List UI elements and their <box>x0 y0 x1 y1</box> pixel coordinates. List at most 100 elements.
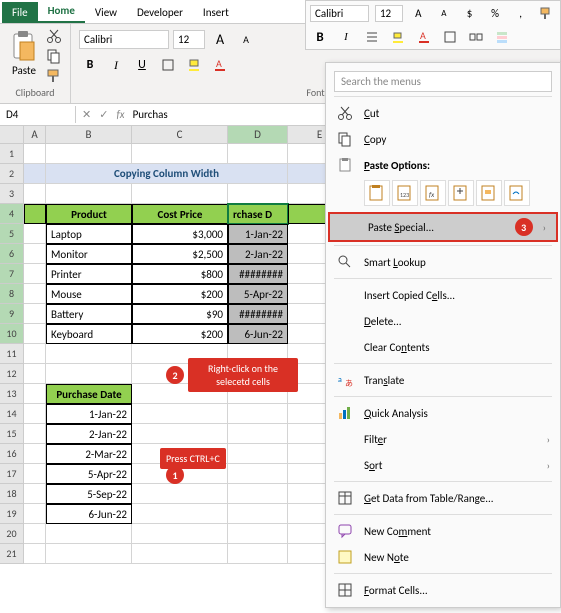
cell[interactable] <box>132 144 228 164</box>
fx-cancel-icon[interactable]: ✕ <box>82 108 91 121</box>
row-header[interactable]: 2 <box>0 164 24 184</box>
mini-bold-button[interactable]: B <box>310 27 330 47</box>
cell[interactable]: 1-Jan-22 <box>228 224 288 244</box>
cell[interactable] <box>228 424 288 444</box>
mini-align-icon[interactable] <box>362 27 382 47</box>
cell[interactable]: Purchase Date <box>46 384 132 404</box>
cell[interactable] <box>228 484 288 504</box>
format-painter-icon[interactable] <box>536 3 556 23</box>
cell[interactable] <box>46 544 132 564</box>
cell[interactable]: Printer <box>46 264 132 284</box>
cell[interactable] <box>132 524 228 544</box>
cell[interactable]: $200 <box>132 324 228 344</box>
menu-insert-copied[interactable]: Insert Copied Cells... <box>326 282 560 308</box>
paste-option-transpose[interactable] <box>448 180 474 206</box>
cell[interactable]: 5-Apr-22 <box>228 284 288 304</box>
cell[interactable] <box>24 484 46 504</box>
cell[interactable]: rchase D <box>228 204 288 224</box>
row-header[interactable]: 9 <box>0 304 24 324</box>
cell[interactable]: Monitor <box>46 244 132 264</box>
row-header[interactable]: 1 <box>0 144 24 164</box>
cell[interactable] <box>228 404 288 424</box>
cell[interactable]: $800 <box>132 264 228 284</box>
row-header[interactable]: 19 <box>0 504 24 524</box>
paste-option-link[interactable] <box>504 180 530 206</box>
format-painter-icon[interactable] <box>46 68 62 84</box>
cell[interactable] <box>228 464 288 484</box>
cell[interactable] <box>132 404 228 424</box>
cell[interactable] <box>24 364 46 384</box>
menu-new-comment[interactable]: New Comment <box>326 518 560 544</box>
cell[interactable] <box>24 424 46 444</box>
mini-fill-color-icon[interactable] <box>388 27 408 47</box>
name-box[interactable]: D4 <box>0 106 76 123</box>
font-name-input[interactable] <box>79 30 169 49</box>
row-header[interactable]: 8 <box>0 284 24 304</box>
menu-smart-lookup[interactable]: Smart Lookup <box>326 249 560 275</box>
row-header[interactable]: 3 <box>0 184 24 204</box>
cell[interactable] <box>24 544 46 564</box>
cell[interactable] <box>24 304 46 324</box>
cell[interactable] <box>132 184 228 204</box>
col-header-a[interactable]: A <box>24 126 46 143</box>
cell[interactable] <box>46 344 132 364</box>
cell[interactable] <box>132 484 228 504</box>
tab-file[interactable]: File <box>2 2 38 23</box>
cell[interactable]: 2-Jan-22 <box>228 244 288 264</box>
mini-merge-icon[interactable] <box>466 27 486 47</box>
cell[interactable] <box>24 404 46 424</box>
cut-icon[interactable] <box>46 28 62 44</box>
cell[interactable] <box>24 264 46 284</box>
cell[interactable]: ######## <box>228 264 288 284</box>
cell[interactable]: ######## <box>228 304 288 324</box>
row-header[interactable]: 12 <box>0 364 24 384</box>
row-header[interactable]: 18 <box>0 484 24 504</box>
increase-font-button[interactable]: A <box>209 28 231 50</box>
row-header[interactable]: 7 <box>0 264 24 284</box>
fx-confirm-icon[interactable]: ✓ <box>99 108 108 121</box>
cell[interactable] <box>46 524 132 544</box>
cell[interactable] <box>24 324 46 344</box>
row-header[interactable]: 14 <box>0 404 24 424</box>
fill-color-button[interactable] <box>183 54 205 76</box>
cell[interactable] <box>24 384 46 404</box>
decrease-font-icon[interactable]: A <box>434 3 454 23</box>
cell[interactable] <box>132 424 228 444</box>
borders-button[interactable] <box>157 54 179 76</box>
row-header[interactable]: 20 <box>0 524 24 544</box>
tab-insert[interactable]: Insert <box>193 2 239 23</box>
tab-home[interactable]: Home <box>38 0 85 23</box>
cell[interactable]: 5-Apr-22 <box>46 464 132 484</box>
fx-icon[interactable]: fx <box>116 108 124 121</box>
menu-translate[interactable]: aあ Translate <box>326 367 560 393</box>
cell[interactable]: $2,500 <box>132 244 228 264</box>
cell[interactable] <box>24 344 46 364</box>
italic-button[interactable]: I <box>105 54 127 76</box>
cell[interactable] <box>46 184 132 204</box>
menu-delete[interactable]: Delete... <box>326 308 560 334</box>
paste-option-formatting[interactable] <box>476 180 502 206</box>
menu-copy[interactable]: Copy <box>326 126 560 152</box>
cell[interactable] <box>24 284 46 304</box>
row-header[interactable]: 16 <box>0 444 24 464</box>
font-color-button[interactable]: A <box>209 54 231 76</box>
paste-option-formulas[interactable]: fx <box>420 180 446 206</box>
paste-button[interactable]: Paste <box>8 28 40 79</box>
mini-conditional-icon[interactable] <box>492 27 512 47</box>
row-header[interactable]: 13 <box>0 384 24 404</box>
cell[interactable]: 1-Jan-22 <box>46 404 132 424</box>
tab-view[interactable]: View <box>85 2 127 23</box>
cell[interactable]: Laptop <box>46 224 132 244</box>
cell[interactable]: $3,000 <box>132 224 228 244</box>
percent-icon[interactable]: % <box>485 3 505 23</box>
cell[interactable]: Mouse <box>46 284 132 304</box>
bold-button[interactable]: B <box>79 54 101 76</box>
cell[interactable] <box>24 164 46 184</box>
cell[interactable] <box>228 144 288 164</box>
cell[interactable]: 6-Jun-22 <box>228 324 288 344</box>
menu-search-input[interactable]: Search the menus <box>334 71 552 92</box>
copy-icon[interactable] <box>46 48 62 64</box>
cell[interactable]: 2-Jan-22 <box>46 424 132 444</box>
cell[interactable] <box>228 444 288 464</box>
currency-icon[interactable]: $ <box>460 3 480 23</box>
